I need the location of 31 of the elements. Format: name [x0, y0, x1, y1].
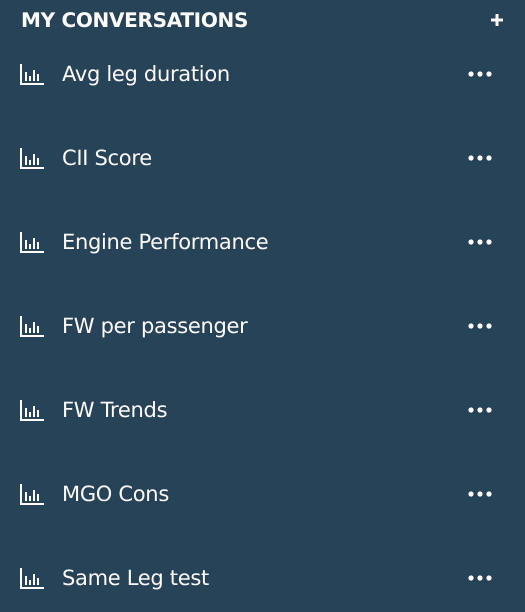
more-icon — [468, 71, 492, 77]
bar-chart-icon — [19, 62, 45, 86]
conversation-item[interactable]: Engine Performance — [0, 217, 525, 267]
conversation-title: MGO Cons — [62, 484, 169, 504]
section-title: MY CONVERSATIONS — [21, 10, 248, 30]
conversation-item[interactable]: Same Leg test — [0, 553, 525, 603]
conversation-title: Engine Performance — [62, 232, 268, 252]
bar-chart-icon — [19, 566, 45, 590]
more-icon — [468, 575, 492, 581]
more-icon — [468, 239, 492, 245]
conversation-title: Avg leg duration — [62, 64, 230, 84]
conversation-item[interactable]: Avg leg duration — [0, 49, 525, 99]
more-icon — [468, 491, 492, 497]
conversation-item[interactable]: FW per passenger — [0, 301, 525, 351]
more-icon — [468, 155, 492, 161]
conversation-item[interactable]: FW Trends — [0, 385, 525, 435]
conversation-title: FW per passenger — [62, 316, 248, 336]
add-icon — [490, 13, 504, 27]
bar-chart-icon — [19, 230, 45, 254]
add-button[interactable] — [489, 12, 505, 28]
conversation-title: CII Score — [62, 148, 152, 168]
bar-chart-icon — [19, 146, 45, 170]
bar-chart-icon — [19, 398, 45, 422]
bar-chart-icon — [19, 314, 45, 338]
conversation-title: Same Leg test — [62, 568, 209, 588]
more-icon — [468, 407, 492, 413]
more-icon — [468, 323, 492, 329]
conversation-item[interactable]: MGO Cons — [0, 469, 525, 519]
conversation-title: FW Trends — [62, 400, 168, 420]
conversation-item[interactable]: CII Score — [0, 133, 525, 183]
bar-chart-icon — [19, 482, 45, 506]
